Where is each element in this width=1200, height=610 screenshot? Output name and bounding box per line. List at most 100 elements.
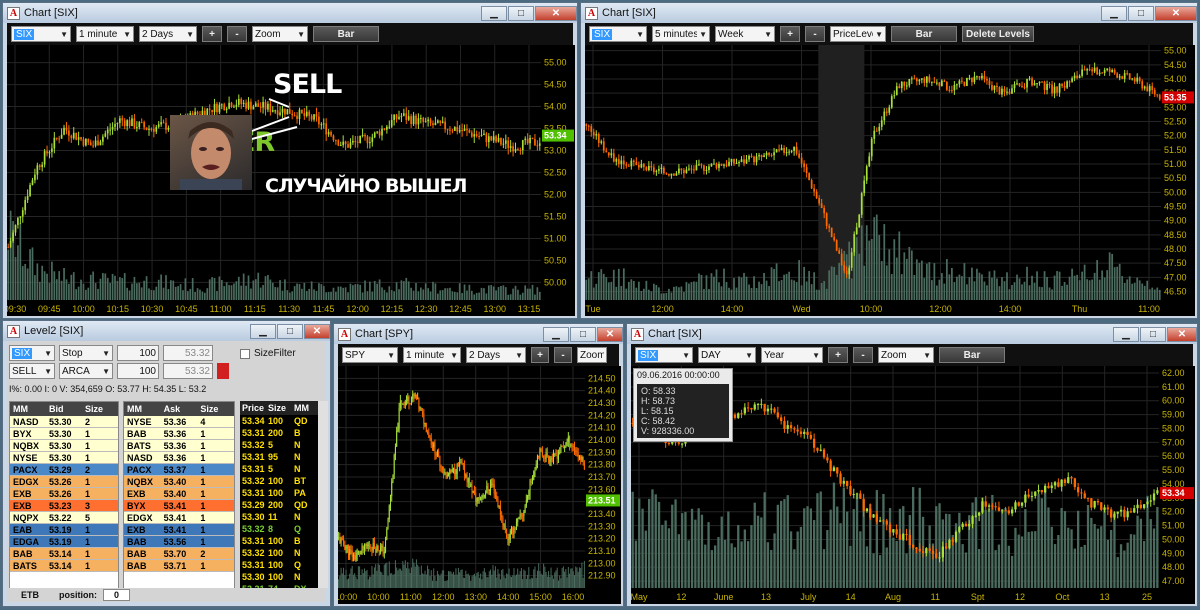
maximize-icon[interactable]: □: [1140, 326, 1166, 342]
table-row[interactable]: BAB 53.71 1: [124, 560, 234, 572]
close-icon[interactable]: ✕: [1155, 5, 1197, 21]
mode-select[interactable]: PriceLeve ▼: [830, 26, 886, 42]
mode-select[interactable]: Zoom: [577, 347, 607, 363]
maximize-icon[interactable]: □: [570, 326, 596, 342]
close-icon[interactable]: ✕: [597, 326, 623, 342]
candle-body: [1006, 91, 1008, 93]
minimize-icon[interactable]: ▁: [481, 5, 507, 21]
volume-bar: [793, 549, 796, 588]
table-row[interactable]: PACX 53.29 2: [10, 464, 118, 476]
table-row[interactable]: NASD 53.30 2: [10, 416, 118, 428]
zoom-in-button[interactable]: +: [828, 347, 848, 363]
table-row[interactable]: BYX 53.41 1: [124, 500, 234, 512]
price-input[interactable]: 53.32: [163, 345, 213, 361]
range-select[interactable]: Week ▼: [715, 26, 775, 42]
order-type-select[interactable]: Stop ▼: [59, 345, 113, 361]
zoom-out-button[interactable]: -: [853, 347, 873, 363]
volume-bar: [361, 569, 363, 588]
table-row[interactable]: NQBX 53.40 1: [124, 476, 234, 488]
interval-select[interactable]: 5 minutes ▼: [652, 26, 710, 42]
price-chart-plot[interactable]: 55.0054.5054.0053.5053.0052.5052.0051.50…: [585, 45, 1195, 316]
title-bar[interactable]: A Chart [SIX] ▁ □ ✕: [581, 3, 1197, 23]
table-row[interactable]: NQPX 53.22 5: [10, 512, 118, 524]
close-icon[interactable]: ✕: [1167, 326, 1197, 342]
symbol-select[interactable]: SIX ▼: [9, 345, 55, 361]
send-order-button[interactable]: [217, 363, 229, 379]
candle-body: [607, 152, 610, 156]
candle-body: [1076, 487, 1080, 493]
volume-bar: [1113, 267, 1116, 300]
title-bar[interactable]: A Chart [SIX] ▁ □ ✕: [627, 324, 1197, 344]
trade-cell: 8: [268, 524, 274, 534]
table-row[interactable]: NQBX 53.30 1: [10, 440, 118, 452]
maximize-icon[interactable]: □: [1128, 5, 1154, 21]
minimize-icon[interactable]: ▁: [250, 323, 276, 339]
table-row[interactable]: BYX 53.30 1: [10, 428, 118, 440]
range-select[interactable]: 2 Days ▼: [466, 347, 526, 363]
table-row[interactable]: BATS 53.36 1: [124, 440, 234, 452]
table-row[interactable]: EXB 53.26 1: [10, 488, 118, 500]
volume-bar: [790, 279, 793, 300]
range-select[interactable]: Year ▼: [761, 347, 823, 363]
bar-type-button[interactable]: Bar: [891, 26, 957, 42]
time-sales-scrollbar[interactable]: [318, 401, 328, 588]
candle-body: [562, 446, 564, 448]
minimize-icon[interactable]: ▁: [543, 326, 569, 342]
zoom-in-button[interactable]: +: [531, 347, 549, 363]
price-chart-plot[interactable]: 214.50 214.40 214.30 214.20 214.10 214.00 213.…: [338, 366, 621, 604]
side-select[interactable]: SELL ▼: [9, 363, 55, 379]
candle-body: [935, 553, 938, 558]
minimize-icon[interactable]: ▁: [1101, 5, 1127, 21]
zoom-in-button[interactable]: +: [780, 26, 800, 42]
volume-bar: [600, 269, 603, 300]
sizefilter-toggle[interactable]: SizeFilter: [240, 348, 296, 359]
volume-bar: [1011, 285, 1013, 300]
quantity-input[interactable]: 100: [117, 345, 159, 361]
zoom-out-button[interactable]: -: [554, 347, 572, 363]
mode-select[interactable]: Zoom ▼: [878, 347, 934, 363]
maximize-icon[interactable]: □: [277, 323, 303, 339]
table-row[interactable]: BAB 53.70 2: [124, 548, 234, 560]
volume-bar: [849, 545, 852, 588]
delete-levels-button[interactable]: Delete Levels: [962, 26, 1034, 42]
route-select[interactable]: ARCA ▼: [59, 363, 113, 379]
close-icon[interactable]: ✕: [304, 323, 330, 339]
candle-body: [352, 555, 354, 557]
table-row[interactable]: EDGA 53.19 1: [10, 536, 118, 548]
table-row[interactable]: PACX 53.37 1: [124, 464, 234, 476]
table-row[interactable]: EAB 53.19 1: [10, 524, 118, 536]
price-chart-svg[interactable]: 214.50214.40214.30214.20214.10214.00213.…: [338, 366, 621, 604]
interval-select[interactable]: 1 minute ▼: [403, 347, 461, 363]
table-row[interactable]: EXB 53.40 1: [124, 488, 234, 500]
symbol-select[interactable]: SIX ▼: [635, 347, 693, 363]
table-row[interactable]: NYSE 53.30 1: [10, 452, 118, 464]
table-row[interactable]: BAB 53.36 1: [124, 428, 234, 440]
table-row[interactable]: EXB 53.41 1: [124, 524, 234, 536]
title-bar[interactable]: A Level2 [SIX] ▁ □ ✕: [3, 321, 330, 341]
table-row[interactable]: BATS 53.14 1: [10, 560, 118, 572]
table-row[interactable]: BAB 53.56 1: [124, 536, 234, 548]
zoom-out-button[interactable]: -: [805, 26, 825, 42]
price-input-2[interactable]: 53.32: [163, 363, 213, 379]
table-row[interactable]: NYSE 53.36 4: [124, 416, 234, 428]
table-row[interactable]: BAB 53.14 1: [10, 548, 118, 560]
interval-select[interactable]: DAY ▼: [698, 347, 756, 363]
table-row[interactable]: EXB 53.23 3: [10, 500, 118, 512]
price-chart-plot[interactable]: 62.00 61.00 60.00 59.00 58.00 57.00 56.00 55.00…: [631, 366, 1195, 604]
symbol-select[interactable]: SPY ▼: [342, 347, 398, 363]
minimize-icon[interactable]: ▁: [1113, 326, 1139, 342]
quantity-input-2[interactable]: 100: [117, 363, 159, 379]
volume-bar: [585, 279, 588, 300]
y-tick-label: 50.00: [1164, 187, 1187, 197]
maximize-icon[interactable]: □: [508, 5, 534, 21]
table-row[interactable]: NASD 53.36 1: [124, 452, 234, 464]
price-chart-svg[interactable]: 55.0054.5054.0053.5053.0052.5052.0051.50…: [585, 45, 1195, 316]
title-bar[interactable]: A Chart [SIX] ▁ □ ✕: [3, 3, 577, 23]
checkbox-icon[interactable]: [240, 348, 250, 359]
bar-type-button[interactable]: Bar: [939, 347, 1005, 363]
symbol-select[interactable]: SIX ▼: [589, 26, 647, 42]
table-row[interactable]: EDGX 53.41 1: [124, 512, 234, 524]
title-bar[interactable]: A Chart [SPY] ▁ □ ✕: [334, 324, 623, 344]
table-row[interactable]: EDGX 53.26 1: [10, 476, 118, 488]
close-icon[interactable]: ✕: [535, 5, 577, 21]
